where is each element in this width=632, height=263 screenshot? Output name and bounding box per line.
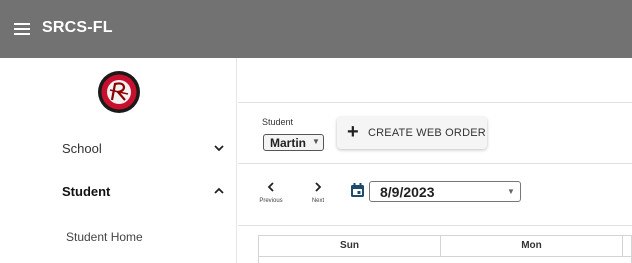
calendar-header-sun: Sun — [259, 236, 441, 256]
plus-icon: + — [347, 121, 359, 143]
hamburger-menu-icon[interactable] — [14, 23, 30, 35]
sidebar-item-student[interactable]: Student — [0, 179, 236, 205]
dropdown-caret-icon: ▼ — [312, 137, 320, 146]
calendar-grid: Sun Mon — [258, 235, 632, 263]
next-button[interactable]: Next — [302, 178, 334, 212]
calendar-header-mon: Mon — [441, 236, 623, 256]
student-select-label: Student — [262, 117, 294, 127]
date-picker-field[interactable]: 8/9/2023 ▼ — [369, 181, 521, 202]
calendar-icon[interactable] — [350, 182, 365, 198]
app-header: SRCS-FL — [0, 0, 632, 58]
divider — [238, 225, 632, 226]
sidebar-item-label: Student — [62, 184, 111, 199]
school-logo — [98, 71, 140, 113]
student-select-value: Martin — [270, 135, 306, 150]
sidebar-item-school[interactable]: School — [0, 136, 236, 162]
previous-label: Previous — [259, 198, 283, 204]
calendar-row-divider — [259, 256, 632, 257]
create-web-order-label: CREATE WEB ORDER — [368, 127, 486, 139]
divider — [238, 102, 632, 103]
next-label: Next — [311, 198, 325, 204]
chevron-right-icon — [315, 182, 322, 192]
sidebar-item-label: School — [62, 141, 102, 156]
divider — [238, 163, 632, 164]
sidebar-subitem-student-home[interactable]: Student Home — [66, 230, 143, 244]
chevron-down-icon — [214, 145, 224, 152]
previous-button[interactable]: Previous — [255, 178, 287, 212]
chevron-left-icon — [267, 182, 274, 192]
student-select[interactable]: Martin ▼ — [263, 134, 324, 151]
date-value: 8/9/2023 — [380, 184, 435, 200]
app-title: SRCS-FL — [42, 19, 113, 36]
create-web-order-button[interactable]: + CREATE WEB ORDER — [337, 117, 487, 149]
main-content — [238, 58, 632, 263]
chevron-up-icon — [214, 187, 224, 194]
dropdown-caret-icon: ▼ — [507, 187, 515, 196]
